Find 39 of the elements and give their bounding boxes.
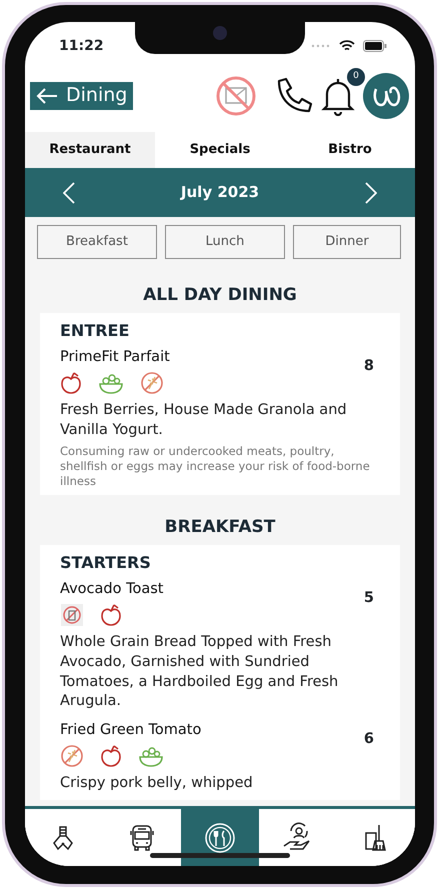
crossed-jar-icon xyxy=(60,603,84,628)
meal-filter-button[interactable]: Breakfast xyxy=(37,225,157,259)
battery-icon xyxy=(363,40,387,52)
dish-description: Whole Grain Bread Topped with Fresh Avocado, Garnished with Sundried Tomatoes, a Hardboiled Egg and Fresh Arugula. xyxy=(60,633,340,712)
camera-lens xyxy=(213,26,227,40)
chevron-left-icon[interactable] xyxy=(63,182,75,204)
apple-icon xyxy=(60,371,82,396)
meal-filter-button[interactable]: Lunch xyxy=(165,225,285,259)
bell-icon[interactable] xyxy=(321,76,355,116)
dish-name: Avocado Toast xyxy=(60,580,164,599)
no-wheat-icon xyxy=(60,744,84,768)
dish-price: 8 xyxy=(364,356,374,376)
apple-icon xyxy=(100,603,122,628)
section-heading: ALL DAY DINING xyxy=(142,284,298,307)
logo-icon[interactable] xyxy=(363,73,409,119)
nav-tab[interactable] xyxy=(181,809,259,866)
section-heading: BREAKFAST xyxy=(164,516,276,540)
status-time: 11:22 xyxy=(59,36,104,56)
category-title: ENTREE xyxy=(60,320,130,342)
apple-icon xyxy=(100,744,122,768)
back-button[interactable]: Dining xyxy=(30,82,134,110)
dish-price: 5 xyxy=(364,588,374,608)
utensils-icon xyxy=(204,822,236,854)
dish-price: 6 xyxy=(364,730,374,749)
dish-note: Consuming raw or undercooked meats, poultry, shellfish or eggs may increase your risk of food-borne illness xyxy=(60,444,371,490)
meal-filter-button[interactable]: Dinner xyxy=(293,225,401,259)
category-title: STARTERS xyxy=(60,552,152,574)
dish-name: PrimeFit Parfait xyxy=(60,348,170,366)
dish-name: Fried Green Tomato xyxy=(60,720,202,740)
notification-badge: 0 xyxy=(347,68,365,86)
chevron-right-icon[interactable] xyxy=(365,182,377,204)
no-wheat-icon xyxy=(140,371,164,396)
back-arrow-icon xyxy=(36,88,58,104)
dish-description: Fresh Berries, House Made Granola and Vanilla Yogurt. xyxy=(60,401,348,440)
dish-description: Crispy pork belly, whipped xyxy=(60,774,254,794)
wifi-icon xyxy=(339,40,355,52)
month-label: July 2023 xyxy=(180,182,260,204)
tab[interactable]: Restaurant xyxy=(25,132,155,168)
signal-icon xyxy=(311,44,331,48)
